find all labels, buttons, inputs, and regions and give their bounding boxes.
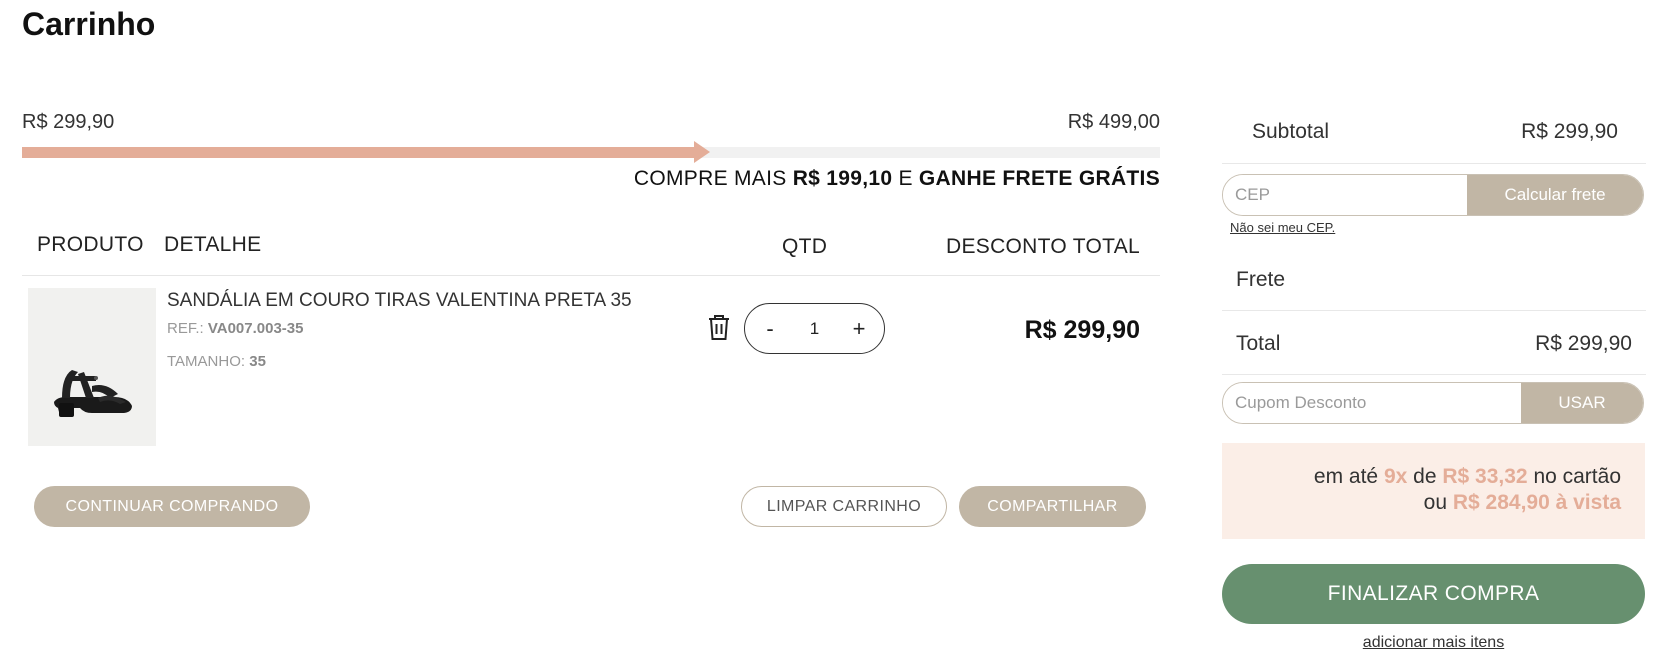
summary-divider — [1222, 310, 1646, 311]
clear-cart-button[interactable]: LIMPAR CARRINHO — [741, 486, 947, 527]
shipping-label: Frete — [1236, 268, 1286, 291]
subtotal-value: R$ 299,90 — [1521, 120, 1618, 143]
installments-line: em até 9x de R$ 33,32 no cartão — [1314, 465, 1621, 489]
free-shipping-msg-prefix: COMPRE MAIS — [633, 167, 787, 190]
installment-suffix: no cartão — [1533, 465, 1621, 488]
page-title: Carrinho — [22, 6, 156, 42]
coupon-input[interactable] — [1223, 383, 1521, 423]
share-button[interactable]: COMPARTILHAR — [959, 486, 1146, 527]
quantity-stepper: - 1 + — [744, 303, 885, 354]
qty-decrease-button[interactable]: - — [757, 316, 783, 342]
cep-help-link[interactable]: Não sei meu CEP. — [1230, 220, 1335, 235]
progress-arrow-icon — [694, 141, 710, 163]
free-shipping-remaining-amount: R$ 199,10 — [792, 167, 893, 190]
installment-de: de — [1413, 465, 1437, 488]
summary-divider — [1222, 374, 1646, 375]
line-total: R$ 299,90 — [1024, 316, 1140, 344]
product-ref: REF.: VA007.003-35 — [167, 320, 303, 337]
installment-amount: R$ 33,32 — [1442, 465, 1528, 488]
free-shipping-message: COMPRE MAIS R$ 199,10 E GANHE FRETE GRÁT… — [560, 167, 1160, 191]
product-name[interactable]: SANDÁLIA EM COURO TIRAS VALENTINA PRETA … — [167, 290, 632, 312]
summary-divider — [1222, 163, 1646, 164]
installment-prefix: em até — [1313, 465, 1379, 488]
product-size-value: 35 — [249, 353, 266, 370]
free-shipping-msg-mid: E — [898, 167, 913, 190]
progress-min-label: R$ 299,90 — [22, 111, 115, 133]
qty-value[interactable]: 1 — [795, 319, 835, 339]
coupon-input-group: USAR — [1222, 382, 1644, 424]
apply-coupon-button[interactable]: USAR — [1521, 383, 1643, 423]
cash-price-line: ou R$ 284,90 à vista — [1424, 491, 1621, 515]
sandal-image — [54, 370, 132, 417]
finalize-purchase-button[interactable]: FINALIZAR COMPRA — [1222, 564, 1645, 624]
column-header-total: DESCONTO TOTAL — [946, 235, 1141, 258]
header-divider — [22, 275, 1160, 276]
installment-count: 9x — [1383, 465, 1408, 488]
trash-icon[interactable] — [706, 312, 732, 342]
calculate-shipping-button[interactable]: Calcular frete — [1467, 175, 1643, 215]
qty-increase-button[interactable]: + — [846, 316, 872, 342]
column-header-product: PRODUTO — [37, 233, 144, 256]
cash-prefix: ou — [1423, 491, 1448, 514]
progress-fill — [22, 147, 694, 158]
installments-box: em até 9x de R$ 33,32 no cartão ou R$ 28… — [1222, 443, 1645, 539]
free-shipping-msg-suffix: GANHE FRETE GRÁTIS — [918, 167, 1160, 190]
product-size: TAMANHO: 35 — [167, 353, 266, 370]
cep-input[interactable] — [1223, 175, 1467, 215]
total-value: R$ 299,90 — [1535, 332, 1632, 355]
product-ref-label: REF.: — [167, 320, 204, 337]
add-more-items-link[interactable]: adicionar mais itens — [1222, 634, 1645, 652]
total-label: Total — [1236, 332, 1281, 355]
column-header-detail: DETALHE — [164, 233, 262, 256]
continue-shopping-button[interactable]: CONTINUAR COMPRANDO — [34, 486, 310, 527]
column-header-qty: QTD — [782, 235, 828, 258]
subtotal-label: Subtotal — [1252, 120, 1330, 143]
product-size-label: TAMANHO: — [167, 353, 246, 370]
product-ref-value: VA007.003-35 — [207, 320, 304, 337]
free-shipping-progress-bar — [22, 141, 1160, 163]
product-image[interactable] — [28, 288, 156, 446]
progress-max-label: R$ 499,00 — [1067, 111, 1160, 133]
cash-price: R$ 284,90 à vista — [1452, 491, 1621, 514]
cep-input-group: Calcular frete — [1222, 174, 1644, 216]
